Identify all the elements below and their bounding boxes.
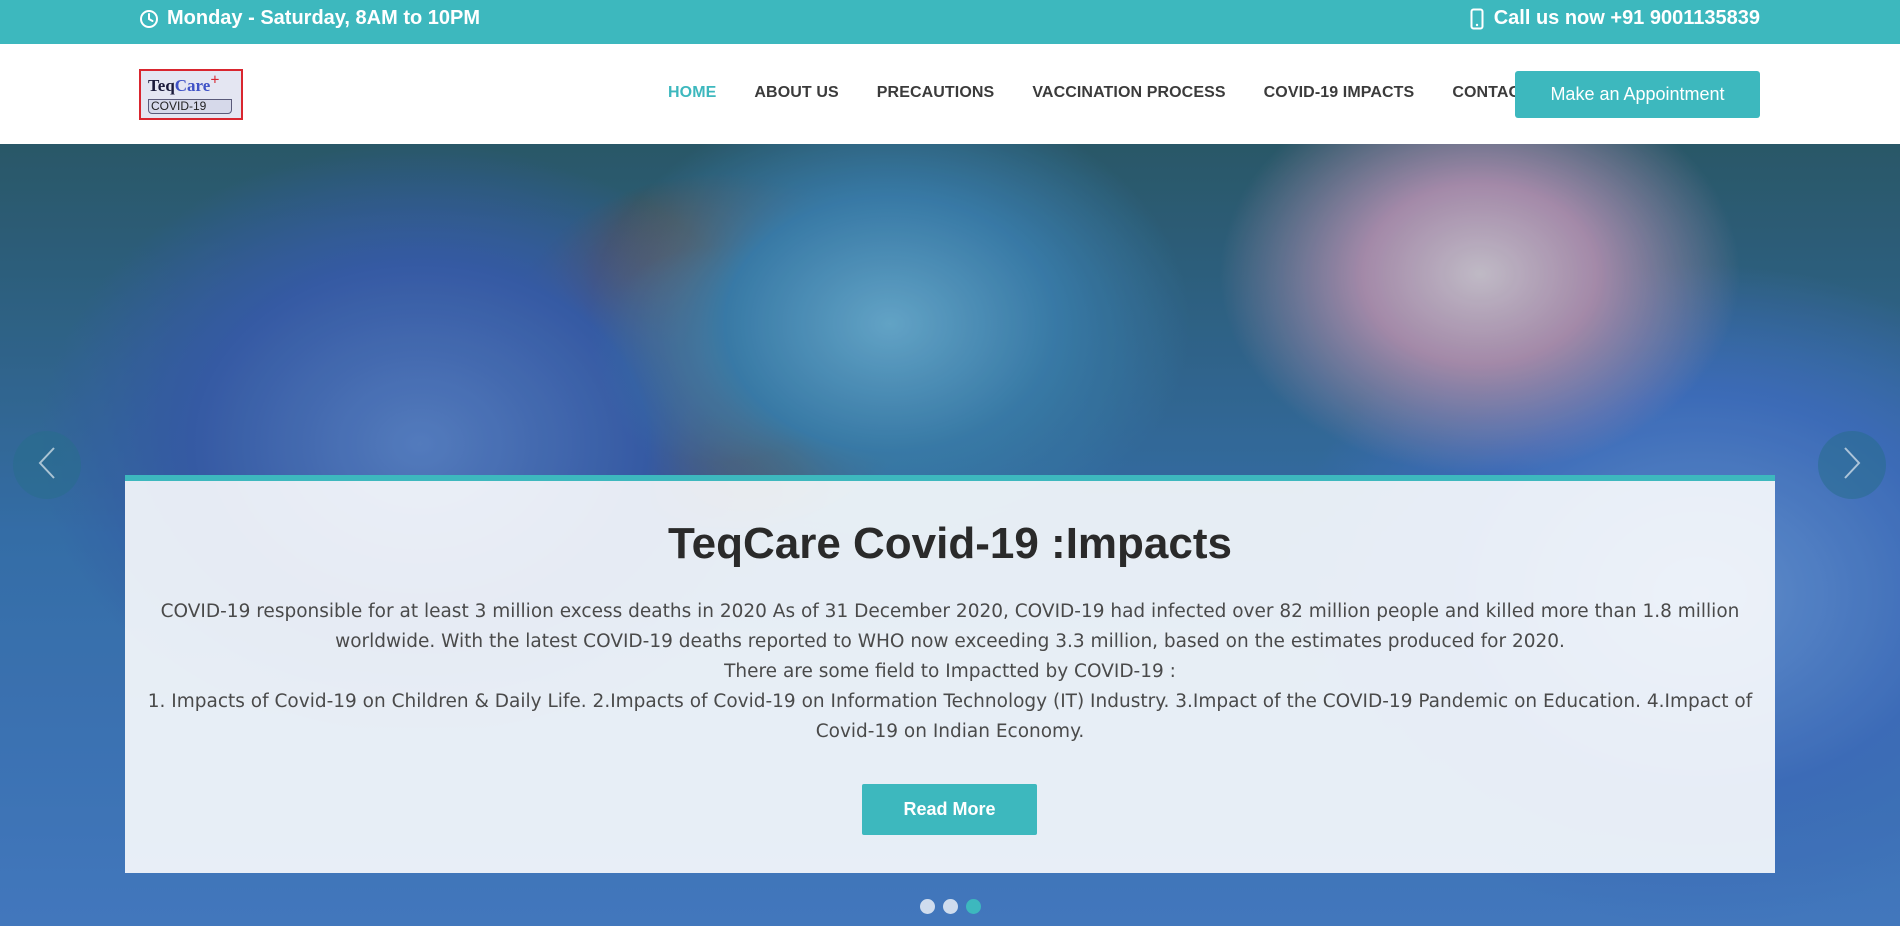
slider-next-button[interactable]: [1818, 431, 1886, 499]
slider-pagination: [920, 899, 981, 914]
nav-item-home[interactable]: HOME: [668, 84, 716, 102]
business-hours: Monday - Saturday, 8AM to 10PM: [139, 7, 480, 30]
clock-icon: [139, 9, 159, 29]
slide-caption: TeqCare Covid-19 :Impacts COVID-19 respo…: [125, 475, 1775, 873]
nav-item-precautions[interactable]: PRECAUTIONS: [877, 84, 995, 102]
hero-slider: TeqCare Covid-19 :Impacts COVID-19 respo…: [0, 144, 1900, 926]
slider-dot[interactable]: [943, 899, 958, 914]
slide-text-line: 1. Impacts of Covid-19 on Children & Dai…: [147, 691, 1753, 742]
chevron-left-icon: [36, 445, 58, 486]
slider-dot[interactable]: [920, 899, 935, 914]
slide-text-line: COVID-19 responsible for at least 3 mill…: [160, 601, 1740, 652]
make-appointment-button[interactable]: Make an Appointment: [1515, 71, 1760, 118]
slider-dot-active[interactable]: [966, 899, 981, 914]
slider-prev-button[interactable]: [13, 431, 81, 499]
nav-item-covid-impacts[interactable]: COVID-19 IMPACTS: [1264, 84, 1415, 102]
business-hours-text: Monday - Saturday, 8AM to 10PM: [167, 7, 481, 29]
mobile-phone-icon: [1470, 8, 1484, 30]
site-header: TeqCare+ COVID-19 HOME ABOUT US PRECAUTI…: [0, 44, 1900, 144]
phone-text[interactable]: Call us now +91 9001135839: [1494, 7, 1760, 30]
logo-wordmark: TeqCare+: [148, 71, 220, 95]
slide-description: COVID-19 responsible for at least 3 mill…: [145, 597, 1755, 747]
slide-title: TeqCare Covid-19 :Impacts: [667, 519, 1232, 568]
main-nav: HOME ABOUT US PRECAUTIONS VACCINATION PR…: [668, 84, 1530, 102]
read-more-button[interactable]: Read More: [862, 784, 1037, 835]
nav-item-vaccination-process[interactable]: VACCINATION PROCESS: [1032, 84, 1225, 102]
chevron-right-icon: [1841, 445, 1863, 486]
slide-text-line: There are some field to Impactted by COV…: [724, 661, 1176, 682]
phone-contact[interactable]: Call us now +91 9001135839: [1470, 7, 1760, 30]
top-info-bar: Monday - Saturday, 8AM to 10PM Call us n…: [0, 0, 1900, 44]
nav-item-about-us[interactable]: ABOUT US: [754, 84, 838, 102]
logo-subtitle: COVID-19: [148, 99, 232, 114]
site-logo[interactable]: TeqCare+ COVID-19: [139, 69, 243, 120]
